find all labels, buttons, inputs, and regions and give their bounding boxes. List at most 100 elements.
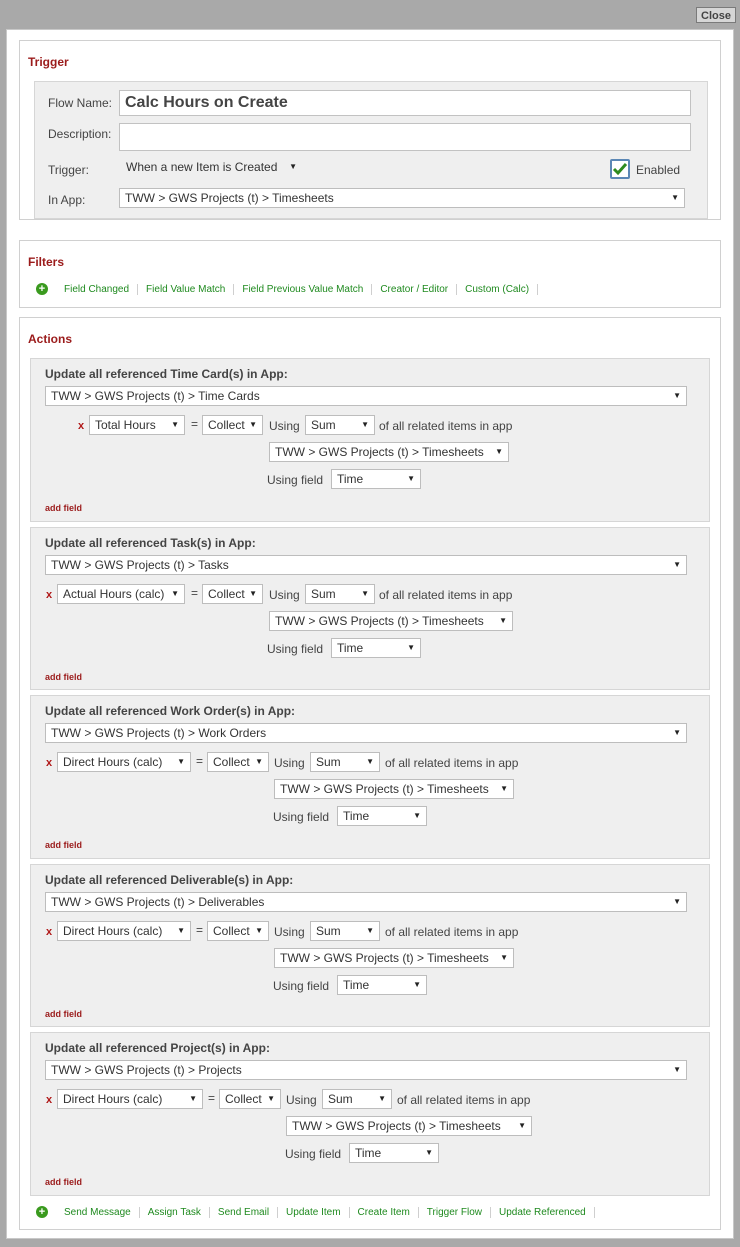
related-app-select[interactable]: TWW > GWS Projects (t) > Timesheets ▼ — [274, 948, 514, 968]
related-app-select[interactable]: TWW > GWS Projects (t) > Timesheets ▼ — [269, 442, 509, 462]
target-field-value: Direct Hours (calc) — [63, 755, 163, 769]
operation-value: Collect — [213, 924, 250, 938]
action-link-create-item[interactable]: Create Item — [350, 1206, 419, 1218]
remove-field-x-icon[interactable]: x — [46, 1094, 52, 1106]
caret-down-icon: ▼ — [499, 616, 507, 625]
operation-value: Collect — [213, 755, 250, 769]
caret-down-icon: ▼ — [407, 643, 415, 652]
trigger-section-title: Trigger — [28, 55, 69, 69]
using-field-label: Using field — [267, 473, 324, 487]
of-all-related-label: of all related items in app — [379, 419, 513, 433]
using-field-select[interactable]: Time ▼ — [337, 975, 427, 995]
aggregate-value: Sum — [311, 418, 336, 432]
operation-value: Collect — [208, 587, 245, 601]
trigger-select[interactable]: When a new Item is Created ▼ — [121, 158, 301, 178]
aggregate-value: Sum — [316, 924, 341, 938]
remove-field-x-icon[interactable]: x — [78, 420, 84, 432]
related-app-value: TWW > GWS Projects (t) > Timesheets — [275, 614, 484, 628]
operation-select[interactable]: Collect ▼ — [202, 584, 263, 604]
action-link-update-referenced[interactable]: Update Referenced — [491, 1206, 595, 1218]
caret-down-icon: ▼ — [673, 728, 681, 737]
caret-down-icon: ▼ — [518, 1121, 526, 1130]
equals-sign: = — [196, 754, 204, 768]
caret-down-icon: ▼ — [366, 926, 374, 935]
actions-section: Actions Update all referenced Time Card(… — [19, 317, 721, 1230]
action-app-select[interactable]: TWW > GWS Projects (t) > Projects ▼ — [45, 1060, 687, 1080]
action-link-trigger-flow[interactable]: Trigger Flow — [419, 1206, 491, 1218]
add-field-link[interactable]: add field — [45, 840, 82, 850]
filter-link-field-value-match[interactable]: Field Value Match — [138, 283, 235, 295]
using-field-select[interactable]: Time ▼ — [331, 469, 421, 489]
filter-link-creator-editor[interactable]: Creator / Editor — [372, 283, 458, 295]
caret-down-icon: ▼ — [171, 589, 179, 598]
close-button[interactable]: Close — [696, 7, 736, 23]
in-app-select[interactable]: TWW > GWS Projects (t) > Timesheets ▼ — [119, 188, 685, 208]
target-field-select[interactable]: Actual Hours (calc) ▼ — [57, 584, 185, 604]
aggregate-select[interactable]: Sum ▼ — [310, 921, 380, 941]
using-field-select[interactable]: Time ▼ — [349, 1143, 439, 1163]
action-link-update-item[interactable]: Update Item — [278, 1206, 350, 1218]
using-field-label: Using field — [273, 979, 330, 993]
action-link-send-message[interactable]: Send Message — [56, 1206, 140, 1218]
caret-down-icon: ▼ — [673, 1065, 681, 1074]
using-field-value: Time — [337, 472, 364, 486]
filter-link-custom-calc[interactable]: Custom (Calc) — [457, 283, 539, 295]
action-app-select[interactable]: TWW > GWS Projects (t) > Time Cards ▼ — [45, 386, 687, 406]
remove-field-x-icon[interactable]: x — [46, 757, 52, 769]
aggregate-select[interactable]: Sum ▼ — [310, 752, 380, 772]
action-app-select[interactable]: TWW > GWS Projects (t) > Work Orders ▼ — [45, 723, 687, 743]
description-textarea[interactable] — [119, 123, 691, 151]
using-field-value: Time — [343, 809, 370, 823]
remove-field-x-icon[interactable]: x — [46, 926, 52, 938]
add-field-link[interactable]: add field — [45, 1177, 82, 1187]
equals-sign: = — [196, 923, 204, 937]
add-field-link[interactable]: add field — [45, 503, 82, 513]
action-title: Update all referenced Time Card(s) in Ap… — [45, 367, 288, 381]
action-title: Update all referenced Deliverable(s) in … — [45, 873, 294, 887]
aggregate-select[interactable]: Sum ▼ — [322, 1089, 392, 1109]
using-field-select[interactable]: Time ▼ — [337, 806, 427, 826]
action-app-select[interactable]: TWW > GWS Projects (t) > Tasks ▼ — [45, 555, 687, 575]
filter-link-field-previous-value-match[interactable]: Field Previous Value Match — [234, 283, 373, 295]
aggregate-value: Sum — [311, 587, 336, 601]
filter-link-field-changed[interactable]: Field Changed — [56, 283, 139, 295]
using-field-select[interactable]: Time ▼ — [331, 638, 421, 658]
caret-down-icon: ▼ — [366, 757, 374, 766]
plus-circle-icon[interactable]: + — [36, 283, 48, 295]
target-field-select[interactable]: Direct Hours (calc) ▼ — [57, 1089, 203, 1109]
caret-down-icon: ▼ — [249, 420, 257, 429]
target-field-value: Direct Hours (calc) — [63, 924, 163, 938]
add-field-link[interactable]: add field — [45, 672, 82, 682]
in-app-label: In App: — [48, 193, 86, 207]
action-app-select[interactable]: TWW > GWS Projects (t) > Deliverables ▼ — [45, 892, 687, 912]
caret-down-icon: ▼ — [673, 391, 681, 400]
window-titlebar: Close — [0, 0, 740, 30]
related-app-value: TWW > GWS Projects (t) > Timesheets — [292, 1119, 501, 1133]
enabled-checkbox[interactable] — [610, 159, 630, 179]
caret-down-icon: ▼ — [361, 420, 369, 429]
caret-down-icon: ▼ — [673, 560, 681, 569]
operation-select[interactable]: Collect ▼ — [207, 921, 269, 941]
in-app-select-value: TWW > GWS Projects (t) > Timesheets — [125, 191, 334, 205]
related-app-select[interactable]: TWW > GWS Projects (t) > Timesheets ▼ — [269, 611, 513, 631]
operation-select[interactable]: Collect ▼ — [207, 752, 269, 772]
related-app-value: TWW > GWS Projects (t) > Timesheets — [275, 445, 484, 459]
of-all-related-label: of all related items in app — [385, 925, 519, 939]
aggregate-select[interactable]: Sum ▼ — [305, 584, 375, 604]
flow-name-input[interactable]: Calc Hours on Create — [119, 90, 691, 116]
enabled-label: Enabled — [636, 163, 681, 177]
add-field-link[interactable]: add field — [45, 1009, 82, 1019]
action-link-send-email[interactable]: Send Email — [210, 1206, 279, 1218]
target-field-select[interactable]: Direct Hours (calc) ▼ — [57, 752, 191, 772]
actions-link-bar: + Send Message Assign Task Send Email Up… — [36, 1206, 595, 1218]
operation-select[interactable]: Collect ▼ — [219, 1089, 281, 1109]
aggregate-select[interactable]: Sum ▼ — [305, 415, 375, 435]
remove-field-x-icon[interactable]: x — [46, 589, 52, 601]
plus-circle-icon[interactable]: + — [36, 1206, 48, 1218]
related-app-select[interactable]: TWW > GWS Projects (t) > Timesheets ▼ — [274, 779, 514, 799]
related-app-select[interactable]: TWW > GWS Projects (t) > Timesheets ▼ — [286, 1116, 532, 1136]
action-link-assign-task[interactable]: Assign Task — [140, 1206, 210, 1218]
operation-select[interactable]: Collect ▼ — [202, 415, 263, 435]
target-field-select[interactable]: Direct Hours (calc) ▼ — [57, 921, 191, 941]
target-field-select[interactable]: Total Hours ▼ — [89, 415, 185, 435]
